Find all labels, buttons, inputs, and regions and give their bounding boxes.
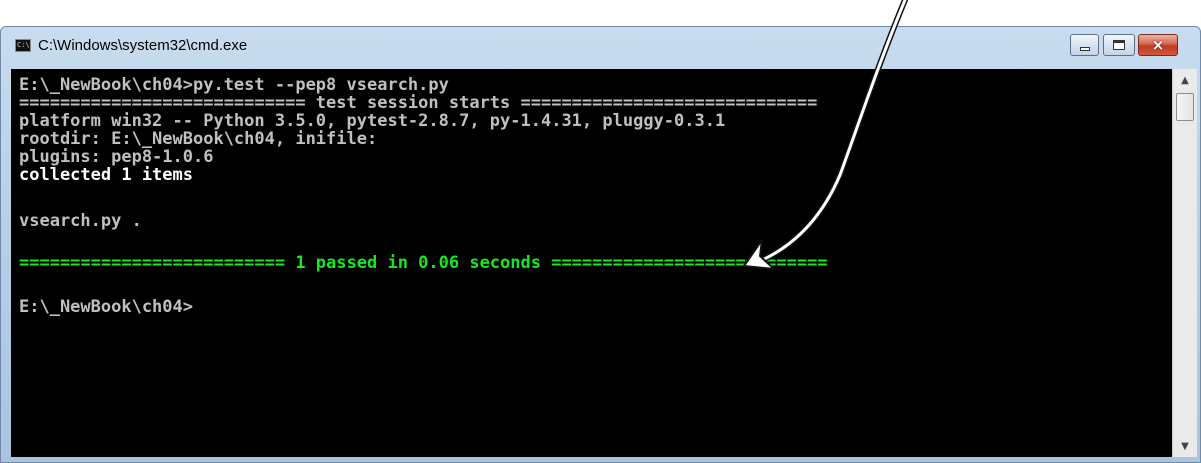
console-line-command: E:\_NewBook\ch04>py.test --pep8 vsearch.…	[19, 75, 449, 95]
console-line-rootdir: rootdir: E:\_NewBook\ch04, inifile:	[19, 129, 378, 149]
close-button[interactable]: ×	[1138, 34, 1178, 56]
maximize-button[interactable]	[1103, 34, 1135, 56]
console-line-plugins: plugins: pep8-1.0.6	[19, 147, 214, 167]
vertical-scrollbar[interactable]: ▲ ▼	[1172, 69, 1197, 457]
window-title: C:\Windows\system32\cmd.exe	[38, 37, 248, 54]
close-icon: ×	[1151, 35, 1165, 54]
console-line-passed-summary: ========================== 1 passed in 0…	[19, 253, 828, 273]
scroll-up-arrow-icon[interactable]: ▲	[1173, 69, 1197, 91]
cmd-app-icon-label: C:\	[17, 41, 30, 49]
console-line-prompt: E:\_NewBook\ch04>	[19, 297, 193, 317]
maximize-icon	[1113, 40, 1125, 50]
cmd-app-icon[interactable]: C:\	[15, 39, 31, 52]
console-line-collected: collected 1 items	[19, 165, 193, 185]
scroll-down-arrow-icon[interactable]: ▼	[1173, 435, 1197, 457]
title-bar[interactable]: C:\ C:\Windows\system32\cmd.exe ×	[1, 27, 1200, 67]
console-line-vsearch-result: vsearch.py .	[19, 211, 142, 231]
console-line-session-header: ============================ test sessio…	[19, 93, 818, 113]
scroll-thumb[interactable]	[1176, 93, 1194, 121]
console-output[interactable]: E:\_NewBook\ch04>py.test --pep8 vsearch.…	[11, 69, 1172, 457]
minimize-button[interactable]	[1070, 34, 1099, 56]
console-line-platform: platform win32 -- Python 3.5.0, pytest-2…	[19, 111, 726, 131]
minimize-icon	[1079, 47, 1090, 51]
cmd-window: C:\ C:\Windows\system32\cmd.exe × E:\_Ne…	[0, 26, 1201, 463]
